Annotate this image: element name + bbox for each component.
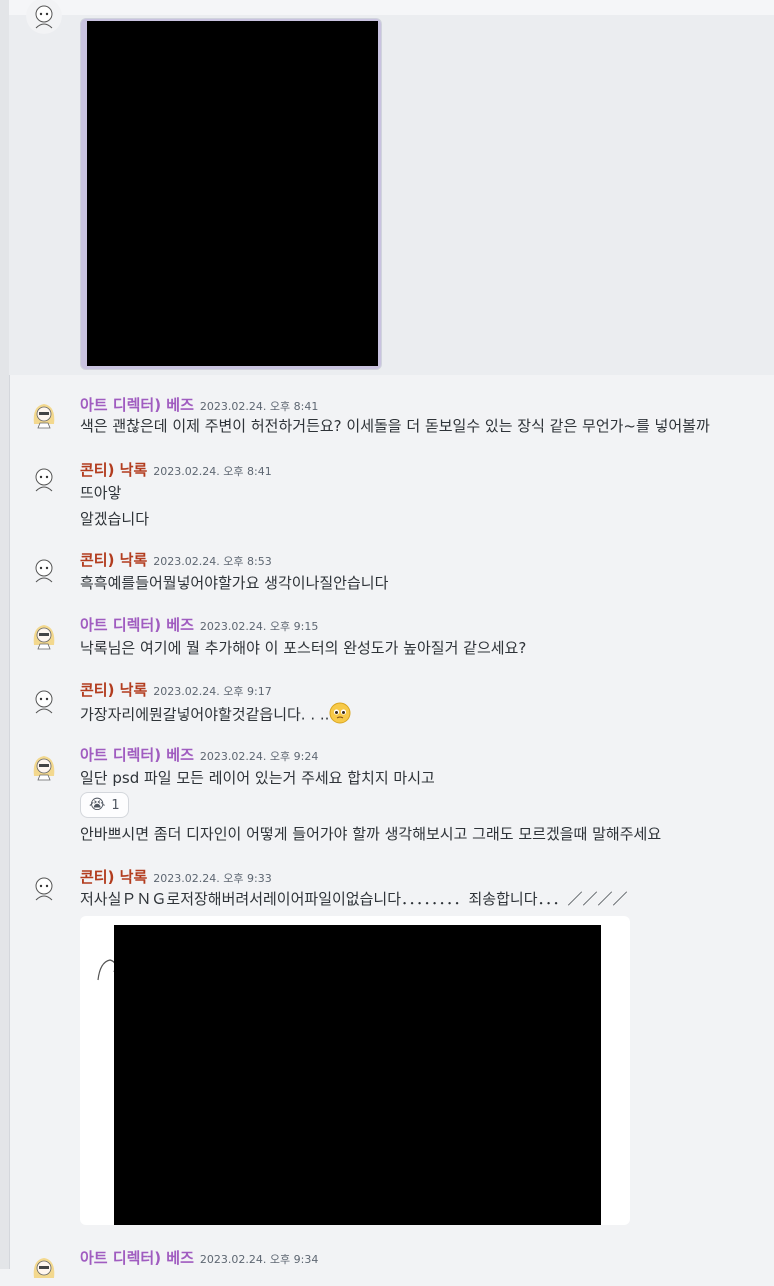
message-text: 안바쁘시면 좀더 디자인이 어떻게 들어가야 할까 생각해보시고 그래도 모르겠… <box>80 825 662 843</box>
avatar[interactable] <box>26 870 62 906</box>
timestamp: 2023.02.24. 오후 8:41 <box>199 400 319 413</box>
author-name[interactable]: 아트 디렉터) 베즈 <box>80 396 194 414</box>
message-header: 아트 디렉터) 베즈 2023.02.24. 오후 9:34 <box>80 1247 318 1269</box>
pleading-face-emoji-icon <box>329 702 351 728</box>
timestamp: 2023.02.24. 오후 9:34 <box>199 1253 319 1266</box>
redacted-image-area <box>114 925 601 1225</box>
reaction-button[interactable]: 😭 1 <box>80 792 129 818</box>
message-header: 콘티) 낙록 2023.02.24. 오후 9:33 <box>80 866 272 888</box>
avatar[interactable] <box>26 748 62 784</box>
image-attachment[interactable] <box>80 916 630 1225</box>
avatar[interactable] <box>26 552 62 588</box>
message-header: 콘티) 낙록 2023.02.24. 오후 9:17 <box>80 679 272 701</box>
message-text: 일단 psd 파일 모든 레이어 있는거 주세요 합치지 마시고 <box>80 769 435 787</box>
author-name[interactable]: 콘티) 낙록 <box>80 681 147 699</box>
author-name[interactable]: 콘티) 낙록 <box>80 551 147 569</box>
avatar[interactable] <box>26 617 62 653</box>
avatar[interactable] <box>26 396 62 432</box>
image-attachment[interactable] <box>80 18 382 370</box>
avatar[interactable] <box>26 461 62 497</box>
author-name[interactable]: 아트 디렉터) 베즈 <box>80 746 194 764</box>
avatar[interactable] <box>26 683 62 719</box>
author-name[interactable]: 아트 디렉터) 베즈 <box>80 616 194 634</box>
timestamp: 2023.02.24. 오후 8:53 <box>153 555 272 568</box>
author-name[interactable]: 아트 디렉터) 베즈 <box>80 1249 194 1267</box>
message-header: 아트 디렉터) 베즈 2023.02.24. 오후 9:15 <box>80 614 318 636</box>
message-header: 콘티) 낙록 2023.02.24. 오후 8:53 <box>80 549 272 571</box>
message-text-row: 가장자리에뭔갈넣어야할것같읍니다. . .. <box>80 702 351 728</box>
author-name[interactable]: 콘티) 낙록 <box>80 868 147 886</box>
message-text: 뜨아앟 <box>80 484 122 502</box>
message-header: 아트 디렉터) 베즈 2023.02.24. 오후 9:24 <box>80 744 318 766</box>
message-text: 흑흑예를들어뭘넣어야할가요 생각이나질안습니다 <box>80 574 389 592</box>
message-header: 아트 디렉터) 베즈 2023.02.24. 오후 8:41 <box>80 394 318 416</box>
timestamp: 2023.02.24. 오후 8:41 <box>153 465 272 478</box>
message-text: 낙록님은 여기에 뭘 추가해야 이 포스터의 완성도가 높아질거 같으세요? <box>80 639 527 657</box>
timestamp: 2023.02.24. 오후 9:17 <box>153 685 272 698</box>
author-name[interactable]: 콘티) 낙록 <box>80 461 147 479</box>
crying-face-emoji-icon: 😭 <box>89 797 106 813</box>
message-text: 가장자리에뭔갈넣어야할것같읍니다. . .. <box>80 705 330 724</box>
timestamp: 2023.02.24. 오후 9:15 <box>199 620 319 633</box>
message-text: 알겠습니다 <box>80 510 150 528</box>
message-header: 콘티) 낙록 2023.02.24. 오후 8:41 <box>80 459 272 481</box>
message-text: 저사실ＰＮＧ로저장해버려서레이어파일이없습니다．．．．．．．．죄송합니다．．．／… <box>80 890 628 908</box>
message-text: 색은 괜찮은데 이제 주변이 허전하거든요? 이세돌을 더 돋보일수 있는 장식… <box>80 417 710 435</box>
reaction-count: 1 <box>111 797 120 813</box>
avatar[interactable] <box>26 1250 62 1286</box>
timestamp: 2023.02.24. 오후 9:24 <box>199 750 319 763</box>
channel-top-bar <box>9 0 774 16</box>
timestamp: 2023.02.24. 오후 9:33 <box>153 872 272 885</box>
redacted-image-area <box>87 21 378 366</box>
